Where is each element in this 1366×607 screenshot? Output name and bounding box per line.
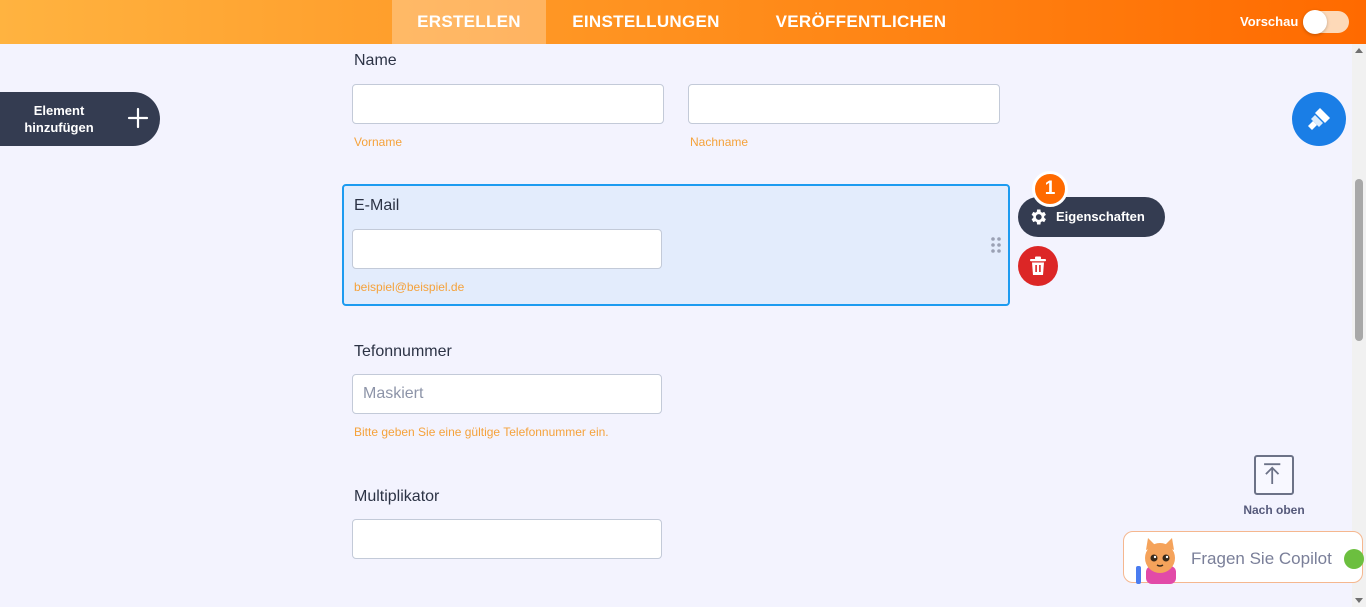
paint-roller-icon <box>1308 108 1330 130</box>
last-name-input[interactable] <box>688 84 1000 124</box>
top-navigation-bar: ERSTELLEN EINSTELLUNGEN VERÖFFENTLICHEN … <box>0 0 1366 44</box>
preview-toggle[interactable] <box>1303 10 1349 34</box>
preview-label: Vorschau <box>1240 14 1299 29</box>
form-designer-button[interactable] <box>1292 92 1346 146</box>
tab-veroeffentlichen[interactable]: VERÖFFENTLICHEN <box>762 0 960 44</box>
copilot-avatar-icon <box>1136 538 1176 584</box>
phone-sublabel: Bitte geben Sie eine gültige Telefonnumm… <box>354 425 609 439</box>
tab-erstellen[interactable]: ERSTELLEN <box>392 0 546 44</box>
multiplier-field-label: Multiplikator <box>354 488 440 505</box>
email-field-label: E-Mail <box>354 197 400 214</box>
tab-einstellungen[interactable]: EINSTELLUNGEN <box>560 0 732 44</box>
copilot-status-dot <box>1344 549 1364 569</box>
phone-input[interactable] <box>352 374 662 414</box>
gear-icon <box>1031 209 1046 225</box>
plus-icon <box>127 107 149 129</box>
email-sublabel: beispiel@beispiel.de <box>354 280 465 294</box>
phone-field-label: Tefonnummer <box>354 343 452 360</box>
arrow-up-icon <box>1264 463 1281 484</box>
email-input[interactable] <box>352 229 662 269</box>
properties-label: Eigenschaften <box>1056 209 1145 224</box>
to-top-box <box>1254 455 1294 495</box>
step-badge: 1 <box>1032 171 1068 207</box>
page-scrollbar[interactable] <box>1352 44 1366 607</box>
copilot-label: Fragen Sie Copilot <box>1191 549 1332 568</box>
first-name-sublabel: Vorname <box>354 135 403 149</box>
copilot-button[interactable]: Fragen Sie Copilot <box>1123 531 1364 584</box>
add-element-button[interactable]: Element hinzufügen <box>0 92 160 146</box>
toggle-knob <box>1303 10 1327 34</box>
drag-handle-icon[interactable] <box>990 237 1002 253</box>
trash-icon <box>1030 256 1046 275</box>
to-top-label: Nach oben <box>1243 503 1305 517</box>
name-field-label: Name <box>354 52 397 69</box>
scroll-up-arrow-icon[interactable] <box>1355 48 1363 53</box>
first-name-input[interactable] <box>352 84 664 124</box>
delete-field-button[interactable] <box>1018 246 1058 286</box>
scroll-thumb[interactable] <box>1355 179 1363 341</box>
add-element-label: Element hinzufügen <box>24 103 94 135</box>
last-name-sublabel: Nachname <box>690 135 749 149</box>
multiplier-input[interactable] <box>352 519 662 559</box>
scroll-down-arrow-icon[interactable] <box>1355 598 1363 603</box>
